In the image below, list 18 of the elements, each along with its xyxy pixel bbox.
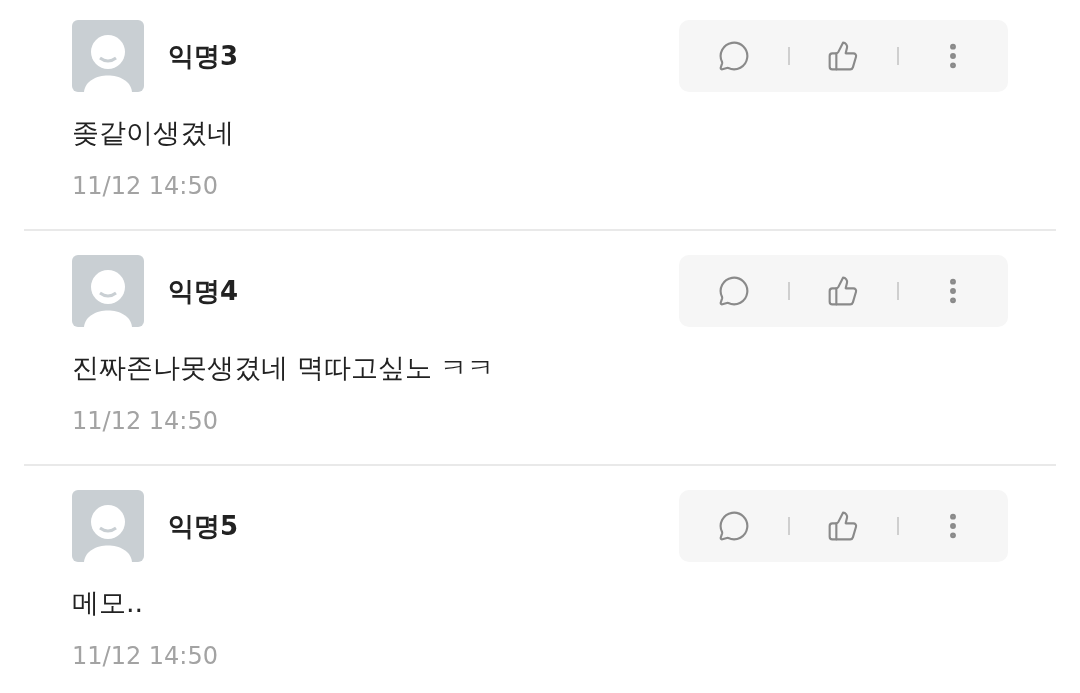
- reply-icon[interactable]: [717, 510, 750, 542]
- thumbs-up-icon[interactable]: [827, 510, 860, 542]
- comment-time: 11/12 14:50: [72, 171, 219, 202]
- comment-text: 진짜존나못생겼네 멱따고싶노 ㅋㅋ: [72, 351, 496, 385]
- thumbs-up-icon[interactable]: [827, 275, 860, 307]
- comment-text: 메모..: [72, 586, 145, 620]
- comment-text: 좆같이생겼네: [72, 116, 235, 150]
- comment-time: 11/12 14:50: [72, 641, 219, 672]
- reply-icon[interactable]: [717, 275, 750, 307]
- avatar-icon: [72, 20, 144, 92]
- thumbs-up-icon[interactable]: [827, 40, 860, 72]
- author-name: 익명5: [168, 509, 239, 543]
- avatar-icon: [72, 490, 144, 562]
- author-name: 익명4: [168, 274, 239, 308]
- avatar-icon: [72, 255, 144, 327]
- reply-icon[interactable]: [717, 40, 750, 72]
- author-name: 익명3: [168, 39, 239, 73]
- comment-time: 11/12 14:50: [72, 406, 219, 437]
